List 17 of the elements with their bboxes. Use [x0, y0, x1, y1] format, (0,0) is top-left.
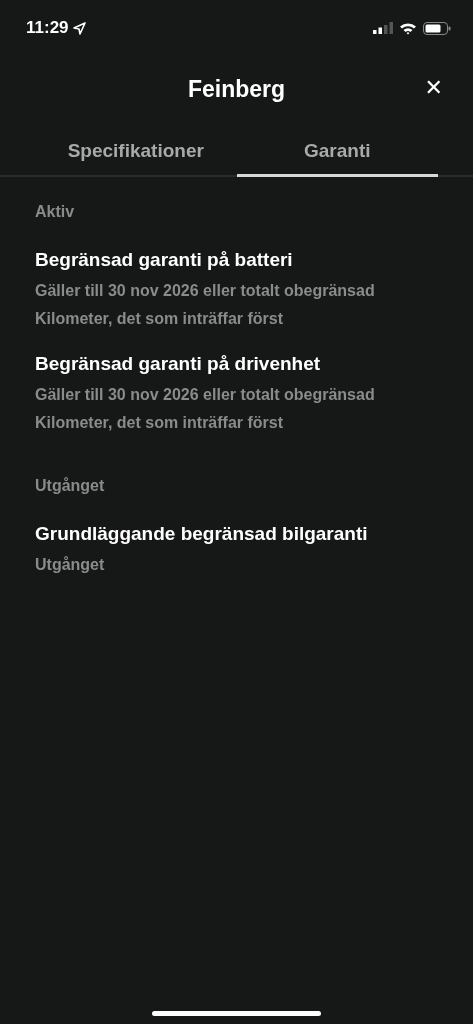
page-title: Feinberg	[187, 75, 286, 103]
warranty-detail: Gäller till 30 nov 2026 eller totalt obegränsad Kilometer, det som inträffar först	[35, 385, 376, 433]
warranty-detail: Gäller till 30 nov 2026 eller totalt obegränsad Kilometer, det som inträffar först	[35, 281, 376, 329]
close-button[interactable]: ✕	[424, 76, 443, 100]
section-heading: Utgånget	[35, 477, 106, 495]
location-arrow-icon	[72, 21, 86, 35]
tab[interactable]: Garanti	[236, 126, 438, 177]
clock-time: 11:29	[26, 18, 69, 38]
warranty-title: Begränsad garanti på batteri	[35, 249, 294, 271]
warranty-title: Grundläggande begränsad bilgaranti	[35, 523, 369, 545]
warranty-title: Begränsad garanti på drivenhet	[35, 353, 322, 375]
signal-icon	[373, 22, 393, 34]
tab[interactable]: Specifikationer	[35, 126, 237, 177]
warranty-detail: Utgånget	[35, 555, 106, 575]
wifi-icon	[399, 21, 417, 35]
section-heading: Aktiv	[35, 203, 76, 221]
battery-icon	[423, 21, 451, 35]
